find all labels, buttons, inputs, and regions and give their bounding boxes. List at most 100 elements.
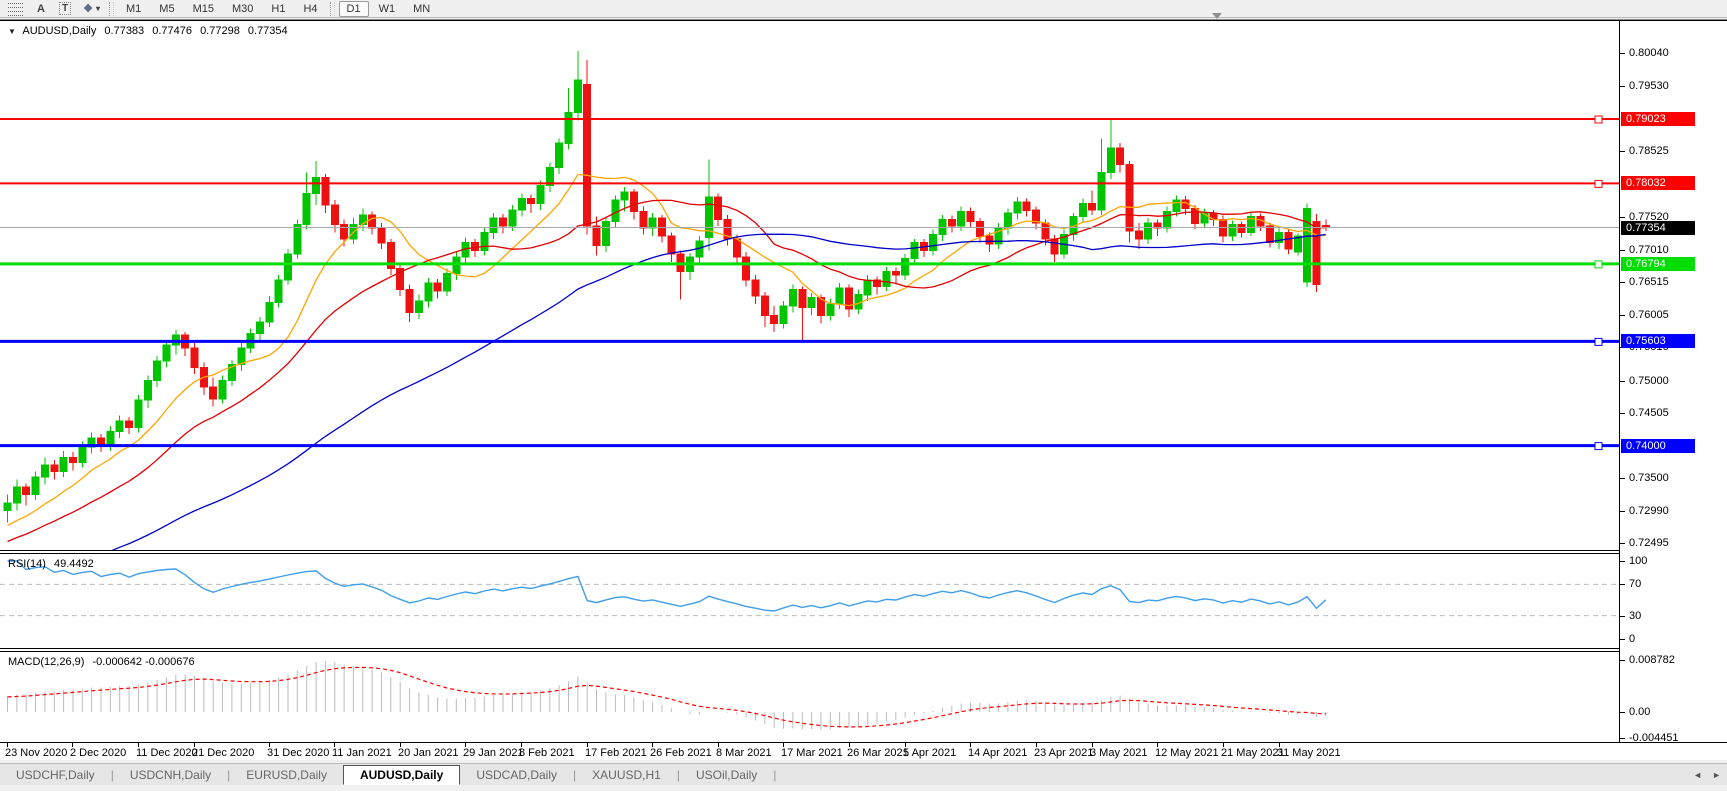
candle-body <box>939 219 946 234</box>
price-badge-0.76794: 0.76794 <box>1621 257 1695 271</box>
candle-body <box>808 297 815 307</box>
chart-tab-AUDUSD[interactable]: AUDUSD,Daily <box>343 765 460 785</box>
pane-splitter[interactable] <box>0 648 1727 651</box>
candle-body <box>602 221 609 245</box>
chart-tab-XAUUSD[interactable]: XAUUSD,H1 <box>576 764 677 785</box>
candle-body <box>930 234 937 250</box>
date-label: 8 Feb 2021 <box>519 747 575 759</box>
candle-body <box>144 381 151 401</box>
price-badge-0.79023: 0.79023 <box>1621 112 1695 126</box>
label-tool-button[interactable]: T <box>54 1 76 17</box>
price-tick-label: 0.75000 <box>1629 375 1669 387</box>
candle-body <box>322 178 329 205</box>
macd-values: -0.000642 -0.000676 <box>92 656 194 668</box>
timeframe-button-W1[interactable]: W1 <box>371 1 404 17</box>
timeframe-button-M1[interactable]: M1 <box>118 1 149 17</box>
macd-label: MACD(12,26,9) -0.000642 -0.000676 <box>8 656 200 668</box>
toolbar-separator <box>109 2 114 16</box>
tab-scroll-left-button[interactable]: ◄ <box>1693 770 1702 780</box>
candle-body <box>733 239 740 257</box>
hline-handle[interactable] <box>1595 443 1602 450</box>
candle-body <box>537 186 544 204</box>
candle-body <box>107 431 114 445</box>
candle-body <box>1192 208 1199 223</box>
pane-splitter[interactable] <box>0 550 1727 553</box>
candle-body <box>210 387 217 399</box>
timeframe-button-M5[interactable]: M5 <box>151 1 182 17</box>
rsi-label: RSI(14) 49.4492 <box>8 558 99 570</box>
date-label: 17 Mar 2021 <box>781 747 843 759</box>
axis-tick-mark <box>1620 584 1625 585</box>
axis-tick-mark <box>1620 86 1625 87</box>
rsi-axis-label: 70 <box>1629 578 1641 590</box>
candle-body <box>1285 232 1292 249</box>
axis-tick-mark <box>1620 315 1625 316</box>
candle-body <box>1238 225 1245 233</box>
text-icon: A <box>37 3 45 15</box>
candle-body <box>443 273 450 291</box>
candle-body <box>902 258 909 275</box>
chart-tab-USDCHF[interactable]: USDCHF,Daily <box>0 764 111 785</box>
candle-body <box>649 218 656 228</box>
title-triangle-icon[interactable]: ▼ <box>8 27 16 36</box>
chart-tab-USOil[interactable]: USOil,Daily <box>680 764 773 785</box>
axis-tick-mark <box>1620 381 1625 382</box>
candle-body <box>892 271 899 275</box>
candle-body <box>771 316 778 324</box>
text-tool-button[interactable]: A <box>30 1 52 17</box>
chart-tab-USDCAD[interactable]: USDCAD,Daily <box>460 764 573 785</box>
ma-55-line[interactable] <box>8 234 1326 589</box>
fibonacci-tool-button[interactable]: F <box>3 1 28 17</box>
date-label: 3 May 2021 <box>1090 747 1147 759</box>
axis-tick-mark <box>1620 712 1625 713</box>
timeframe-button-M30[interactable]: M30 <box>224 1 261 17</box>
arrows-tool-button[interactable]: ❖ ▾ <box>78 1 105 17</box>
timeframe-button-D1[interactable]: D1 <box>339 1 369 17</box>
price-axis[interactable]: 0.800400.795300.785250.775200.770100.765… <box>1619 21 1727 742</box>
timeframe-button-MN[interactable]: MN <box>405 1 438 17</box>
axis-tick-mark <box>1620 543 1625 544</box>
chart-tab-USDCNH[interactable]: USDCNH,Daily <box>114 764 227 785</box>
chevron-down-icon[interactable]: ▾ <box>96 4 100 13</box>
candle-body <box>191 348 198 368</box>
candle-body <box>369 215 376 228</box>
label-icon: T <box>59 2 71 15</box>
candle-body <box>1042 223 1049 239</box>
candle-body <box>780 306 787 324</box>
rsi-axis-label: 0 <box>1629 633 1635 645</box>
axis-tick-mark <box>1620 738 1625 739</box>
rsi-line[interactable] <box>8 561 1326 611</box>
candle-body <box>1089 204 1096 211</box>
time-axis[interactable]: 23 Nov 20202 Dec 202011 Dec 202021 Dec 2… <box>0 742 1727 760</box>
rsi-value: 49.4492 <box>54 558 94 570</box>
price-chart-canvas[interactable] <box>0 21 1619 742</box>
candle-body <box>1079 204 1086 217</box>
candle-body <box>256 322 263 334</box>
candle-body <box>163 345 170 361</box>
date-label: 23 Apr 2021 <box>1034 747 1093 759</box>
timeframe-button-H4[interactable]: H4 <box>295 1 325 17</box>
date-label: 23 Nov 2020 <box>5 747 67 759</box>
chart-tab-EURUSD[interactable]: EURUSD,Daily <box>230 764 343 785</box>
candle-body <box>715 197 722 219</box>
macd-signal-line[interactable] <box>8 667 1326 727</box>
candle-body <box>883 271 890 286</box>
toolbar-separator <box>330 2 335 16</box>
price-badge-0.75603: 0.75603 <box>1621 334 1695 348</box>
tab-scroll-right-button[interactable]: ► <box>1712 770 1721 780</box>
axis-tick-mark <box>1620 561 1625 562</box>
candle-body <box>1014 202 1021 213</box>
candle-body <box>13 487 20 503</box>
timeframe-button-H1[interactable]: H1 <box>263 1 293 17</box>
timeframe-button-M15[interactable]: M15 <box>185 1 222 17</box>
hline-handle[interactable] <box>1595 261 1602 268</box>
axis-tick-mark <box>1620 53 1625 54</box>
candle-body <box>285 254 292 280</box>
hline-handle[interactable] <box>1595 116 1602 123</box>
candle-body <box>425 283 432 301</box>
hline-handle[interactable] <box>1595 338 1602 345</box>
chart-tabs-bar: USDCHF,Daily|USDCNH,Daily|EURUSD,DailyAU… <box>0 763 1727 785</box>
hline-handle[interactable] <box>1595 180 1602 187</box>
rsi-axis-label: 100 <box>1629 555 1647 567</box>
date-label: 12 May 2021 <box>1155 747 1219 759</box>
